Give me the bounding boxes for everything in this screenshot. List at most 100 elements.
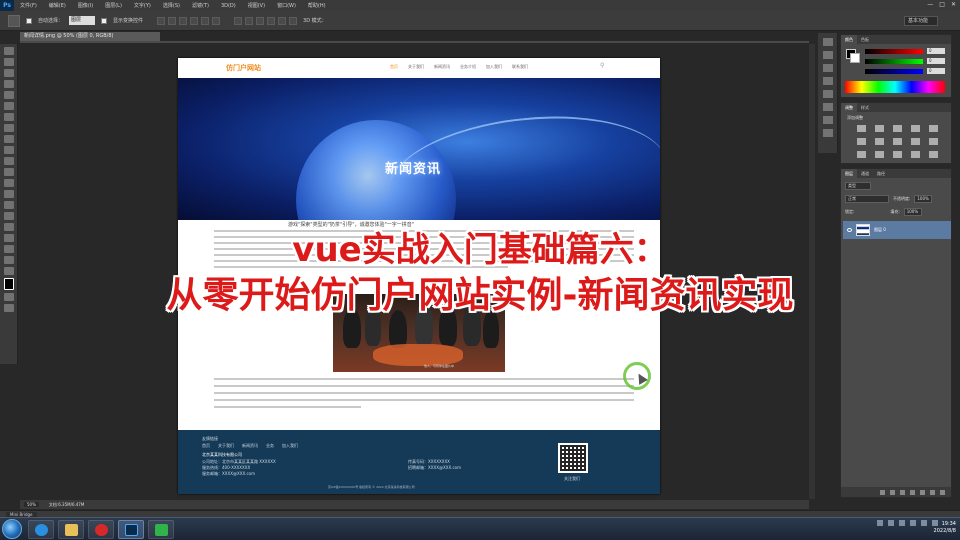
menu-help[interactable]: 帮助(H) — [302, 2, 332, 9]
new-group-icon[interactable] — [920, 489, 925, 495]
color-spectrum[interactable] — [845, 81, 945, 93]
hue-saturation-icon[interactable] — [857, 138, 866, 145]
dodge-tool-icon[interactable] — [4, 190, 14, 198]
blend-mode-dropdown[interactable]: 正常 — [845, 195, 889, 203]
menu-view[interactable]: 视图(V) — [242, 2, 271, 9]
brush-panel-icon[interactable] — [823, 90, 833, 98]
exposure-icon[interactable] — [911, 125, 920, 132]
taskbar-hbuilder[interactable] — [148, 520, 174, 539]
close-button[interactable]: ✕ — [951, 1, 956, 8]
stamp-tool-icon[interactable] — [4, 135, 14, 143]
threshold-icon[interactable] — [893, 151, 902, 158]
photo-filter-icon[interactable] — [911, 138, 920, 145]
red-slider[interactable] — [865, 49, 923, 54]
move-tool-icon[interactable] — [4, 47, 14, 55]
tab-layers[interactable]: 图层 — [841, 169, 857, 178]
maximize-button[interactable]: □ — [939, 1, 945, 8]
blue-value-field[interactable]: 0 — [927, 68, 945, 74]
taskbar-ie[interactable] — [28, 520, 54, 539]
menu-file[interactable]: 文件(F) — [14, 2, 43, 9]
minimize-button[interactable]: — — [927, 1, 933, 8]
align-right-icon[interactable] — [212, 16, 221, 25]
actions-icon[interactable] — [823, 51, 833, 59]
blue-slider[interactable] — [865, 69, 923, 74]
channel-mixer-icon[interactable] — [929, 138, 938, 145]
zoom-level[interactable]: 50% — [24, 502, 39, 507]
selective-color-icon[interactable] — [929, 151, 938, 158]
black-white-icon[interactable] — [893, 138, 902, 145]
properties-icon[interactable] — [823, 64, 833, 72]
tab-color[interactable]: 颜色 — [841, 35, 857, 44]
crop-tool-icon[interactable] — [4, 91, 14, 99]
adjustment-layer-icon[interactable] — [910, 489, 915, 495]
link-layers-icon[interactable] — [880, 489, 885, 495]
document-info[interactable]: 文档:6.35M/6.47M — [49, 502, 84, 508]
tab-swatches[interactable]: 色板 — [857, 35, 873, 44]
menu-filter[interactable]: 滤镜(T) — [186, 2, 215, 9]
character-icon[interactable] — [823, 116, 833, 124]
network-icon[interactable] — [921, 520, 927, 526]
menu-type[interactable]: 文字(Y) — [128, 2, 157, 9]
align-top-icon[interactable] — [157, 16, 166, 25]
menu-layer[interactable]: 图层(L) — [99, 2, 128, 9]
clone-source-icon[interactable] — [823, 103, 833, 111]
layer-mask-icon[interactable] — [900, 489, 905, 495]
taskbar-explorer[interactable] — [58, 520, 84, 539]
tray-icon[interactable] — [910, 520, 916, 526]
distribute-middle-icon[interactable] — [245, 16, 254, 25]
new-layer-icon[interactable] — [930, 489, 935, 495]
fill-field[interactable]: 100% — [903, 208, 922, 216]
green-slider[interactable] — [865, 59, 923, 64]
brightness-icon[interactable] — [857, 125, 866, 132]
align-bottom-icon[interactable] — [179, 16, 188, 25]
menu-window[interactable]: 窗口(W) — [271, 2, 302, 9]
history-icon[interactable] — [823, 38, 833, 46]
taskbar-photoshop[interactable] — [118, 520, 144, 539]
blur-tool-icon[interactable] — [4, 179, 14, 187]
menu-3d[interactable]: 3D(D) — [215, 3, 242, 9]
posterize-icon[interactable] — [875, 151, 884, 158]
opacity-field[interactable]: 100% — [914, 195, 933, 203]
tab-channels[interactable]: 通道 — [857, 169, 873, 178]
type-tool-icon[interactable] — [4, 212, 14, 220]
info-icon[interactable] — [823, 77, 833, 85]
green-value-field[interactable]: 0 — [927, 58, 945, 64]
marquee-tool-icon[interactable] — [4, 58, 14, 66]
curves-icon[interactable] — [893, 125, 902, 132]
distribute-center-icon[interactable] — [278, 16, 287, 25]
tab-styles[interactable]: 样式 — [857, 103, 873, 112]
brush-tool-icon[interactable] — [4, 124, 14, 132]
show-transform-checkbox[interactable] — [101, 17, 108, 24]
align-left-icon[interactable] — [190, 16, 199, 25]
clock[interactable]: 19:34 2022/8/8 — [934, 521, 956, 535]
paragraph-icon[interactable] — [823, 129, 833, 137]
layer-style-icon[interactable] — [890, 489, 895, 495]
tab-adjustments[interactable]: 调整 — [841, 103, 857, 112]
tray-icon[interactable] — [899, 520, 905, 526]
distribute-left-icon[interactable] — [267, 16, 276, 25]
taskbar-netease-music[interactable] — [88, 520, 114, 539]
align-center-icon[interactable] — [201, 16, 210, 25]
distribute-top-icon[interactable] — [234, 16, 243, 25]
start-button[interactable] — [2, 519, 22, 539]
distribute-right-icon[interactable] — [289, 16, 298, 25]
background-color-swatch[interactable] — [850, 53, 860, 63]
pen-tool-icon[interactable] — [4, 201, 14, 209]
vibrance-icon[interactable] — [929, 125, 938, 132]
delete-layer-icon[interactable] — [940, 489, 945, 495]
auto-select-checkbox[interactable] — [26, 17, 32, 24]
invert-icon[interactable] — [857, 151, 866, 158]
gradient-tool-icon[interactable] — [4, 168, 14, 176]
healing-tool-icon[interactable] — [4, 113, 14, 121]
tray-icon[interactable] — [888, 520, 894, 526]
document-tab[interactable]: 新闻详情.png @ 50% (图层 0, RGB/8) — [20, 32, 160, 41]
color-balance-icon[interactable] — [875, 138, 884, 145]
layer-kind-dropdown[interactable]: 类型 — [845, 182, 871, 190]
align-middle-icon[interactable] — [168, 16, 177, 25]
red-value-field[interactable]: 0 — [927, 48, 945, 54]
auto-select-dropdown[interactable]: 图层 — [69, 16, 96, 25]
tray-icon[interactable] — [877, 520, 883, 526]
gradient-map-icon[interactable] — [911, 151, 920, 158]
move-tool-icon[interactable] — [8, 14, 20, 27]
levels-icon[interactable] — [875, 125, 884, 132]
